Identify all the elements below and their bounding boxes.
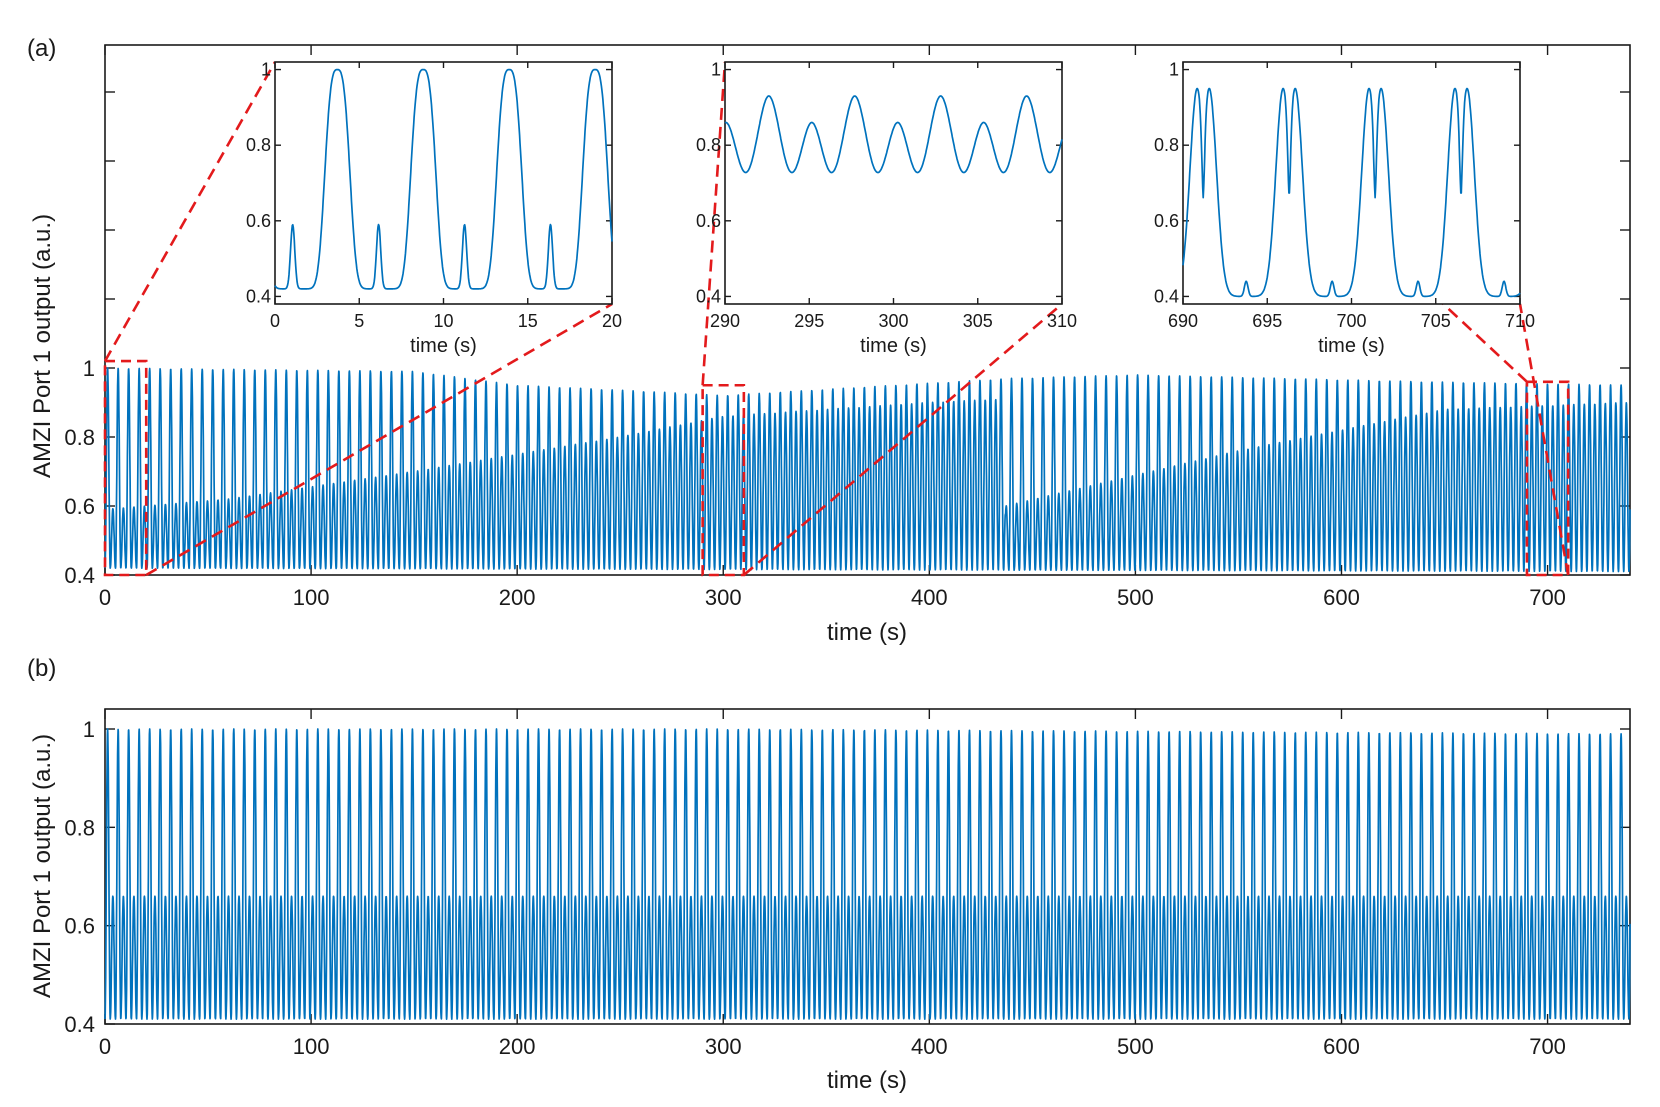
panel-a-x-tick-label: 400: [911, 585, 948, 610]
inset-2-x-tick-label: 290: [710, 311, 740, 331]
panel-a-y-tick-label: 0.6: [64, 494, 95, 519]
panel-b-x-tick-label: 500: [1117, 1034, 1154, 1059]
inset-2-y-tick-label: 0.8: [696, 135, 721, 155]
panel-b-x-tick-label: 200: [499, 1034, 536, 1059]
panel-a-x-tick-label: 300: [705, 585, 742, 610]
inset-1-x-tick-label: 0: [270, 311, 280, 331]
inset-2-x-tick-label: 300: [878, 311, 908, 331]
panel-a-insets: 0 5 10 15 20 0.4 0.6 0.8 1 time (s) 290 295 300 305 31…: [246, 60, 1535, 357]
inset-2-y-tick-label: 0.4: [696, 286, 721, 306]
figure: (a) 0 100 200 300 400 500 600 7000.40.60.81 051…: [27, 35, 1631, 1094]
panel-b-x-tick-label: 600: [1323, 1034, 1360, 1059]
panel-a-x-tick-label: 100: [293, 585, 330, 610]
panel-b-x-tick-label: 100: [293, 1034, 330, 1059]
panel-b-y-tick-label: 0.4: [64, 1012, 95, 1037]
inset-1-frame: [274, 61, 613, 305]
inset-2-frame: [724, 61, 1063, 305]
inset-2-x-axis-label: time (s): [860, 335, 927, 357]
panel-a-y-tick-label: 0.4: [64, 563, 95, 588]
inset-3-y-tick-label: 0.6: [1154, 211, 1179, 231]
panel-a-y-axis-label: AMZI Port 1 output (a.u.): [29, 214, 56, 478]
inset-1-x-tick-label: 10: [433, 311, 453, 331]
panel-a-x-tick-label: 0: [99, 585, 111, 610]
panel-b-x-tick-label: 0: [99, 1034, 111, 1059]
inset-1-y-tick-label: 0.4: [246, 286, 271, 306]
inset-3-x-tick-label: 700: [1336, 311, 1366, 331]
inset-1-x-tick-label: 5: [354, 311, 364, 331]
inset-1-x-tick-label: 15: [518, 311, 538, 331]
panel-b-x-tick-label: 400: [911, 1034, 948, 1059]
panel-a-x-tick-label: 600: [1323, 585, 1360, 610]
inset-1-x-axis-label: time (s): [410, 335, 477, 357]
panel-b-x-tick-label: 700: [1529, 1034, 1566, 1059]
inset-2-x-tick-label: 295: [794, 311, 824, 331]
inset-2-x-tick-label: 310: [1047, 311, 1077, 331]
inset-3-x-tick-label: 695: [1252, 311, 1282, 331]
inset-2-y-tick-label: 1: [711, 60, 721, 80]
panel-a-y-tick-label: 0.8: [64, 425, 95, 450]
panel-b-y-tick-label: 0.8: [64, 815, 95, 840]
inset-3-x-tick-label: 710: [1505, 311, 1535, 331]
panel-b: (b) 0 100 200 300 400 500 600 700 0.4 0.6 0.8 1 tim…: [27, 655, 1631, 1094]
panel-b-label: (b): [27, 655, 56, 682]
inset-1-y-tick-label: 0.6: [246, 211, 271, 231]
panel-b-y-tick-label: 1: [83, 717, 95, 742]
panel-a-label: (a): [27, 35, 56, 62]
inset-3-y-tick-label: 1: [1169, 60, 1179, 80]
inset-3-y-tick-label: 0.8: [1154, 135, 1179, 155]
panel-b-y-tick-label: 0.6: [64, 914, 95, 939]
panel-a-x-tick-label: 500: [1117, 585, 1154, 610]
inset-3-x-tick-label: 705: [1421, 311, 1451, 331]
inset-1-x-tick-label: 20: [602, 311, 622, 331]
inset-3-y-tick-label: 0.4: [1154, 286, 1179, 306]
panel-b-x-tick-label: 300: [705, 1034, 742, 1059]
panel-a-x-axis-label: time (s): [827, 619, 907, 646]
panel-b-y-axis-label: AMZI Port 1 output (a.u.): [29, 734, 56, 998]
panel-a: (a) 0 100 200 300 400 500 600 700 0.4 0.6 0.8 1 0 5 1…: [27, 35, 1631, 646]
panel-a-x-tick-label: 700: [1529, 585, 1566, 610]
inset-3-x-axis-label: time (s): [1318, 335, 1385, 357]
inset-2-y-tick-label: 0.6: [696, 211, 721, 231]
panel-b-x-axis-label: time (s): [827, 1067, 907, 1094]
inset-1-y-tick-label: 0.8: [246, 135, 271, 155]
inset-2-x-tick-label: 305: [963, 311, 993, 331]
inset-1-y-tick-label: 1: [261, 60, 271, 80]
inset-3-x-tick-label: 690: [1168, 311, 1198, 331]
panel-a-y-tick-label: 1: [83, 356, 95, 381]
panel-a-x-tick-label: 200: [499, 585, 536, 610]
